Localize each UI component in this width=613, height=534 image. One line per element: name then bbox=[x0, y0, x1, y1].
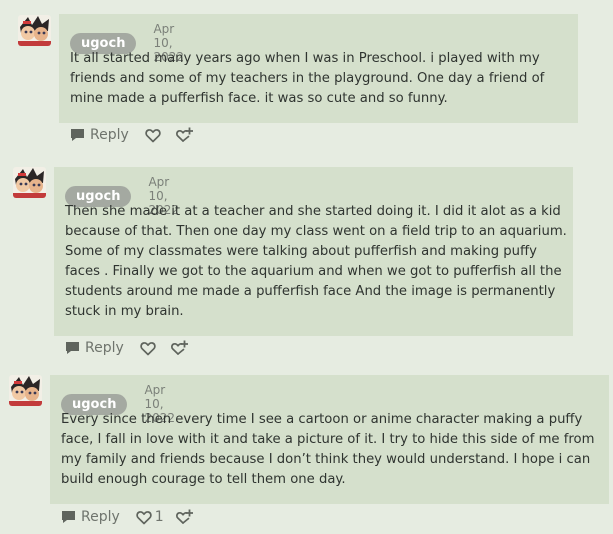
comment-line: my family and friends because I don’t th… bbox=[61, 452, 591, 467]
comment-actions: Reply bbox=[70, 127, 194, 143]
comment-actions: Reply 1 bbox=[61, 509, 194, 525]
reply-label: Reply bbox=[81, 509, 120, 525]
comment-line: mine made a pufferfish face. it was so c… bbox=[70, 91, 448, 106]
comment-text: Then she made it at a teacher and she st… bbox=[65, 202, 567, 322]
comment-line: face, I fall in love with it and take a … bbox=[61, 432, 595, 447]
heart-icon bbox=[145, 128, 161, 142]
comment-text: It all started many years ago when I was… bbox=[70, 49, 544, 109]
comment-line: It all started many years ago when I was… bbox=[70, 51, 540, 66]
reply-button[interactable]: Reply bbox=[70, 127, 129, 143]
add-reaction-icon bbox=[170, 340, 188, 355]
heart-icon bbox=[136, 510, 152, 524]
add-reaction-button[interactable] bbox=[170, 340, 189, 356]
reply-button[interactable]: Reply bbox=[61, 509, 120, 525]
heart-icon bbox=[140, 341, 156, 355]
comment-line: students around me made a pufferfish fac… bbox=[65, 284, 556, 299]
like-button[interactable]: 1 bbox=[136, 509, 164, 525]
avatar[interactable] bbox=[18, 15, 51, 46]
comment-line: Every since then every time I see a cart… bbox=[61, 412, 583, 427]
reply-label: Reply bbox=[85, 340, 124, 356]
comment-line: stuck in my brain. bbox=[65, 304, 184, 319]
like-count: 1 bbox=[154, 509, 164, 525]
add-reaction-icon bbox=[175, 127, 193, 142]
comment-line: faces . Finally we got to the aquarium a… bbox=[65, 264, 562, 279]
comment-actions: Reply bbox=[65, 340, 189, 356]
like-button[interactable] bbox=[145, 128, 164, 143]
reply-label: Reply bbox=[90, 127, 129, 143]
add-reaction-button[interactable] bbox=[175, 127, 194, 143]
comment-line: Then she made it at a teacher and she st… bbox=[65, 204, 561, 219]
comment-line: because of that. Then one day my class w… bbox=[65, 224, 567, 239]
comment-line: build enough courage to tell them one da… bbox=[61, 472, 346, 487]
speech-bubble-icon bbox=[66, 342, 79, 354]
avatar[interactable] bbox=[9, 375, 42, 406]
avatar[interactable] bbox=[13, 167, 46, 198]
add-reaction-icon bbox=[175, 509, 193, 524]
speech-bubble-icon bbox=[71, 129, 84, 141]
comment-text: Every since then every time I see a cart… bbox=[61, 410, 594, 490]
comment-line: friends and some of my teachers in the p… bbox=[70, 71, 545, 86]
comment-line: Some of my classmates were talking about… bbox=[65, 244, 537, 259]
speech-bubble-icon bbox=[62, 511, 75, 523]
reply-button[interactable]: Reply bbox=[65, 340, 124, 356]
like-button[interactable] bbox=[140, 341, 159, 356]
add-reaction-button[interactable] bbox=[175, 509, 194, 525]
